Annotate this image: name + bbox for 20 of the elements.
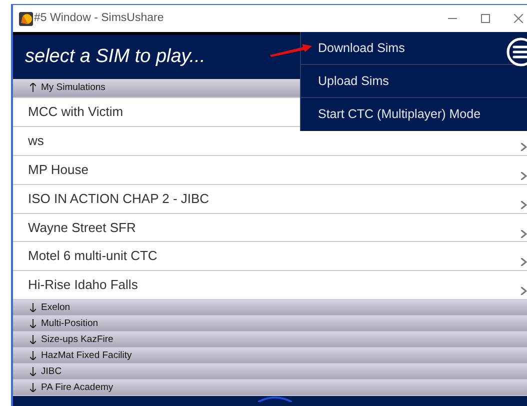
menu-icon[interactable]: [506, 37, 527, 67]
maximize-icon[interactable]: [481, 14, 490, 23]
group-header[interactable]: Multi-Position: [13, 316, 527, 332]
chevron-icon: [521, 142, 527, 151]
simulation-row[interactable]: Wayne Street SFR: [13, 214, 527, 242]
app-icon: [19, 12, 33, 26]
chevron-icon: [521, 200, 527, 209]
group-header[interactable]: PA Fire Academy: [13, 380, 527, 396]
chevron-icon: [521, 258, 527, 266]
group-header[interactable]: Exelon: [13, 300, 527, 316]
chevron-icon: [521, 287, 527, 296]
group-header[interactable]: HazMat Fixed Facility: [13, 348, 527, 364]
group-header[interactable]: JIBC: [13, 364, 527, 380]
header-title: select a SIM to play...: [25, 44, 206, 69]
chevron-icon: [521, 230, 527, 238]
close-icon[interactable]: [514, 14, 523, 23]
simulation-row[interactable]: ISO IN ACTION CHAP 2 - JIBC: [13, 184, 527, 214]
chevron-icon: [521, 172, 527, 180]
window-title: #5 Window - SimsUshare: [34, 10, 164, 26]
group-header[interactable]: Size-ups KazFire: [13, 332, 527, 348]
